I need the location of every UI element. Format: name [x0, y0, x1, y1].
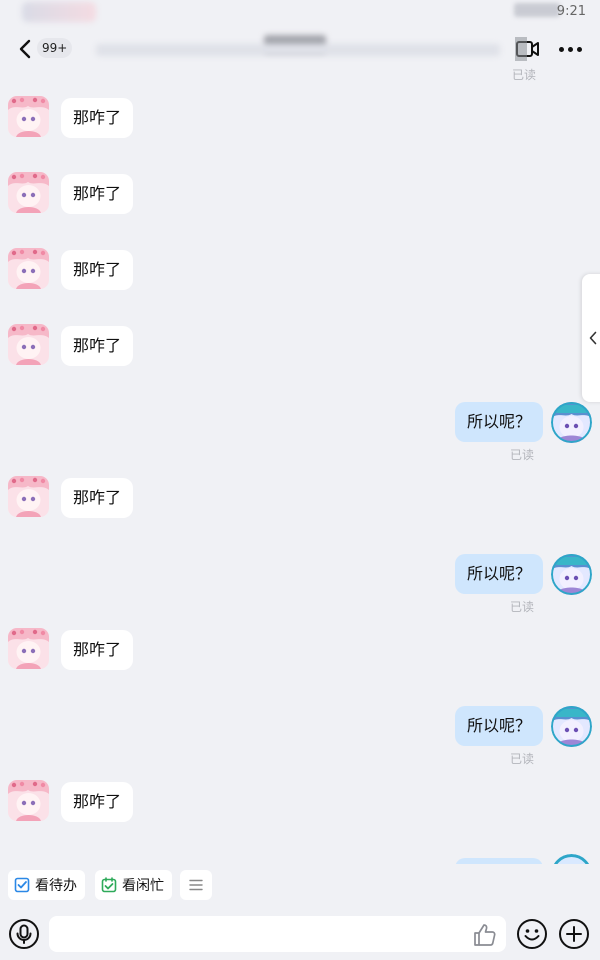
message-list[interactable]: 那咋了 那咋了 那咋了 那咋了 所以呢？ 已读 那咋了 所以呢？ 已读 那咋了 所以呢？ 已读 那咋了 [0, 0, 600, 960]
message-bubble[interactable]: 那咋了 [61, 98, 134, 138]
thumbs-up-icon [474, 924, 496, 946]
avatar-self[interactable] [551, 706, 592, 747]
message-row-received: 那咋了 [0, 248, 600, 308]
todo-check-icon [14, 877, 30, 893]
avatar-other-image [8, 780, 49, 821]
emoji-button[interactable] [516, 918, 548, 950]
avatar-other-image [8, 172, 49, 213]
message-bubble[interactable]: 那咋了 [61, 326, 134, 366]
avatar-other-image [8, 248, 49, 289]
message-row-partial [0, 852, 600, 864]
message-bubble[interactable]: 那咋了 [61, 478, 134, 518]
message-bubble[interactable]: 那咋了 [61, 782, 134, 822]
microphone-icon [9, 919, 39, 949]
smiley-icon [517, 919, 547, 949]
avatar-self-image [551, 854, 592, 864]
avatar-other[interactable] [8, 172, 49, 213]
message-row-received: 那咋了 [0, 324, 600, 384]
avatar-other-image [8, 324, 49, 365]
avatar-other[interactable] [8, 248, 49, 289]
quick-actions-menu-button[interactable] [180, 870, 212, 900]
quick-actions-bar: 看待办 看闲忙 [0, 866, 600, 906]
message-bubble[interactable]: 所以呢？ [454, 402, 543, 442]
plus-circle-icon [559, 919, 589, 949]
avatar-self-image [551, 706, 592, 747]
message-row-received: 那咋了 [0, 628, 600, 688]
message-bubble[interactable]: 所以呢？ [454, 706, 543, 746]
avatar-other-image [8, 628, 49, 669]
voice-input-button[interactable] [8, 918, 40, 950]
message-row-received: 那咋了 [0, 476, 600, 536]
avatar-other-image [8, 476, 49, 517]
read-status-label: 已读 [509, 448, 534, 462]
message-row-received: 那咋了 [0, 780, 600, 840]
avatar-other[interactable] [8, 476, 49, 517]
avatar-other[interactable] [8, 628, 49, 669]
view-todo-button[interactable]: 看待办 [8, 870, 85, 900]
view-availability-label: 看闲忙 [122, 878, 164, 894]
like-button[interactable] [472, 922, 498, 948]
chevron-left-icon [589, 331, 597, 345]
avatar-other[interactable] [8, 780, 49, 821]
message-row-sent: 所以呢？ 已读 [0, 552, 600, 614]
message-bubble[interactable]: 那咋了 [61, 630, 134, 670]
message-row-received: 那咋了 [0, 172, 600, 232]
avatar-self[interactable] [551, 854, 592, 864]
message-bubble-partial[interactable] [455, 858, 543, 864]
avatar-other-image [8, 96, 49, 137]
view-availability-button[interactable]: 看闲忙 [95, 870, 172, 900]
side-drawer-tab[interactable] [582, 274, 600, 402]
message-bubble[interactable]: 那咋了 [61, 174, 134, 214]
avatar-self[interactable] [551, 402, 592, 443]
avatar-other[interactable] [8, 96, 49, 137]
avatar-other[interactable] [8, 324, 49, 365]
avatar-self[interactable] [551, 554, 592, 595]
message-row-sent: 所以呢？ 已读 [0, 400, 600, 462]
menu-lines-icon [189, 879, 203, 891]
message-input[interactable] [49, 916, 506, 952]
composer-bar [0, 910, 600, 960]
view-todo-label: 看待办 [35, 878, 77, 894]
calendar-check-icon [101, 877, 117, 893]
more-actions-button[interactable] [558, 918, 590, 950]
read-status-label: 已读 [509, 600, 534, 614]
message-row-sent: 所以呢？ 已读 [0, 704, 600, 766]
message-bubble[interactable]: 那咋了 [61, 250, 134, 290]
message-bubble[interactable]: 所以呢？ [454, 554, 543, 594]
read-status-label: 已读 [509, 752, 534, 766]
message-row-received: 那咋了 [0, 96, 600, 156]
avatar-self-image [551, 402, 592, 443]
avatar-self-image [551, 554, 592, 595]
